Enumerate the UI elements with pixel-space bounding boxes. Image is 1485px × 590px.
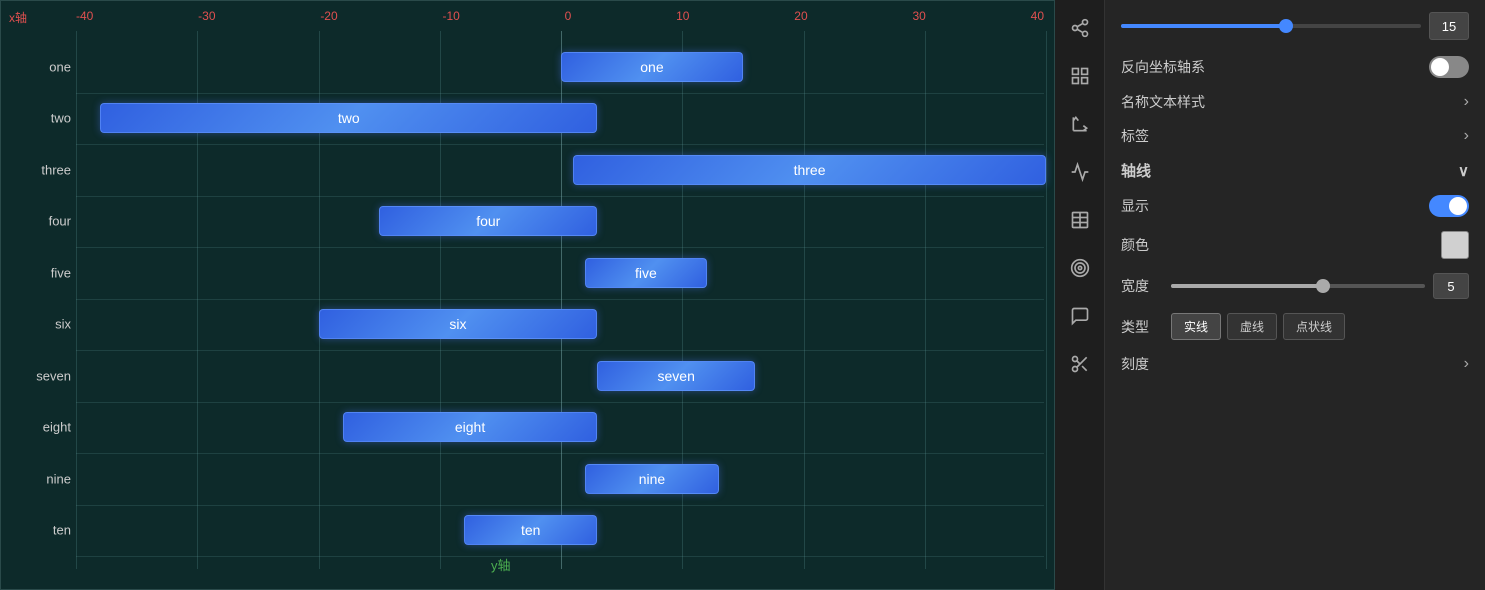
hgrid-line-seven	[76, 402, 1044, 403]
axis-expand-icon: ∨	[1458, 162, 1469, 180]
target-icon-btn[interactable]	[1062, 250, 1098, 286]
x-label-n30: -30	[198, 9, 215, 23]
tag-arrow: ›	[1464, 127, 1469, 145]
reverse-axis-label: 反向坐标轴系	[1121, 57, 1205, 77]
show-label: 显示	[1121, 196, 1149, 216]
x-label-30: 30	[912, 9, 925, 23]
share-icon-btn[interactable]	[1062, 10, 1098, 46]
bar-eight[interactable]: eight	[343, 412, 598, 442]
axis-label: 轴线	[1121, 160, 1151, 181]
y-label-ten: ten	[6, 523, 71, 538]
bar-five[interactable]: five	[585, 258, 706, 288]
tag-row[interactable]: 标签 ›	[1121, 126, 1469, 146]
bar-three[interactable]: three	[573, 155, 1046, 185]
y-axis-title: y轴	[491, 555, 511, 574]
width-value: 5	[1433, 273, 1469, 299]
bar-seven[interactable]: seven	[597, 361, 755, 391]
vgrid-line-40	[1046, 31, 1047, 569]
chart-area: x轴 -40 -30 -20 -10 0 10 20 30 40 y轴 one o…	[0, 0, 1055, 590]
y-label-four: four	[6, 214, 71, 229]
type-btn-solid[interactable]: 实线	[1171, 313, 1221, 340]
axis-section-title[interactable]: 轴线 ∨	[1121, 160, 1469, 181]
hgrid-line-eight	[76, 453, 1044, 454]
x-label-40: 40	[1031, 9, 1044, 23]
hgrid-line-four	[76, 247, 1044, 248]
vgrid-line--40	[76, 31, 77, 569]
hgrid-line-nine	[76, 505, 1044, 506]
bar-two[interactable]: two	[100, 103, 597, 133]
width-label: 宽度	[1121, 276, 1171, 296]
x-axis-labels: -40 -30 -20 -10 0 10 20 30 40	[76, 9, 1044, 23]
y-label-seven: seven	[6, 368, 71, 383]
x-label-20: 20	[794, 9, 807, 23]
reverse-axis-row: 反向坐标轴系	[1121, 56, 1469, 78]
x-label-n20: -20	[320, 9, 337, 23]
width-slider[interactable]	[1171, 284, 1425, 288]
axes-icon-btn[interactable]	[1062, 106, 1098, 142]
hgrid-line-three	[76, 196, 1044, 197]
x-axis-title: x轴	[9, 9, 27, 26]
grid-icon-btn[interactable]	[1062, 58, 1098, 94]
bar-six[interactable]: six	[319, 309, 598, 339]
color-label: 颜色	[1121, 235, 1149, 255]
x-label-n10: -10	[442, 9, 459, 23]
color-swatch[interactable]	[1441, 231, 1469, 259]
top-slider-track[interactable]	[1121, 24, 1421, 28]
top-slider-fill	[1121, 24, 1286, 28]
top-slider-row: 15	[1121, 12, 1469, 40]
type-buttons: 实线 虚线 点状线	[1171, 313, 1345, 340]
hgrid-line-one	[76, 93, 1044, 94]
hgrid-line-ten	[76, 556, 1044, 557]
x-label-n40: -40	[76, 9, 93, 23]
reverse-axis-toggle[interactable]	[1429, 56, 1469, 78]
show-knob	[1449, 197, 1467, 215]
hgrid-line-six	[76, 350, 1044, 351]
x-label-10: 10	[676, 9, 689, 23]
y-label-two: two	[6, 111, 71, 126]
bar-four[interactable]: four	[379, 206, 597, 236]
type-btn-dashed[interactable]: 虚线	[1227, 313, 1277, 340]
hgrid-line-two	[76, 144, 1044, 145]
type-label: 类型	[1121, 317, 1171, 337]
width-fill	[1171, 284, 1323, 288]
color-row: 颜色	[1121, 231, 1469, 259]
scissors-icon-btn[interactable]	[1062, 346, 1098, 382]
y-label-six: six	[6, 317, 71, 332]
chat-icon-btn[interactable]	[1062, 298, 1098, 334]
table-icon-btn[interactable]	[1062, 202, 1098, 238]
type-row: 类型 实线 虚线 点状线	[1121, 313, 1469, 340]
y-label-five: five	[6, 265, 71, 280]
reverse-axis-knob	[1431, 58, 1449, 76]
scale-label: 刻度	[1121, 354, 1149, 374]
scale-arrow: ›	[1464, 355, 1469, 373]
width-slider-thumb[interactable]	[1316, 279, 1330, 293]
icon-sidebar	[1055, 0, 1105, 590]
y-label-eight: eight	[6, 420, 71, 435]
y-label-nine: nine	[6, 471, 71, 486]
y-label-one: one	[6, 59, 71, 74]
right-panel: 15 反向坐标轴系 名称文本样式 › 标签 › 轴线 ∨ 显示	[1055, 0, 1485, 590]
top-slider-thumb[interactable]	[1279, 19, 1293, 33]
y-label-three: three	[6, 162, 71, 177]
chart-icon-btn[interactable]	[1062, 154, 1098, 190]
settings-panel: 15 反向坐标轴系 名称文本样式 › 标签 › 轴线 ∨ 显示	[1105, 0, 1485, 590]
name-style-row[interactable]: 名称文本样式 ›	[1121, 92, 1469, 112]
scale-row[interactable]: 刻度 ›	[1121, 354, 1469, 374]
bar-ten[interactable]: ten	[464, 515, 597, 545]
bar-nine[interactable]: nine	[585, 464, 718, 494]
name-style-label: 名称文本样式	[1121, 92, 1205, 112]
vgrid-line-30	[925, 31, 926, 569]
tag-label: 标签	[1121, 126, 1149, 146]
show-toggle[interactable]	[1429, 195, 1469, 217]
hgrid-line-five	[76, 299, 1044, 300]
top-slider-value: 15	[1429, 12, 1469, 40]
x-label-0: 0	[565, 9, 572, 23]
vgrid-line-20	[804, 31, 805, 569]
width-row: 宽度 5	[1121, 273, 1469, 299]
type-btn-dotted[interactable]: 点状线	[1283, 313, 1345, 340]
bar-one[interactable]: one	[561, 52, 743, 82]
name-style-arrow: ›	[1464, 93, 1469, 111]
show-row: 显示	[1121, 195, 1469, 217]
